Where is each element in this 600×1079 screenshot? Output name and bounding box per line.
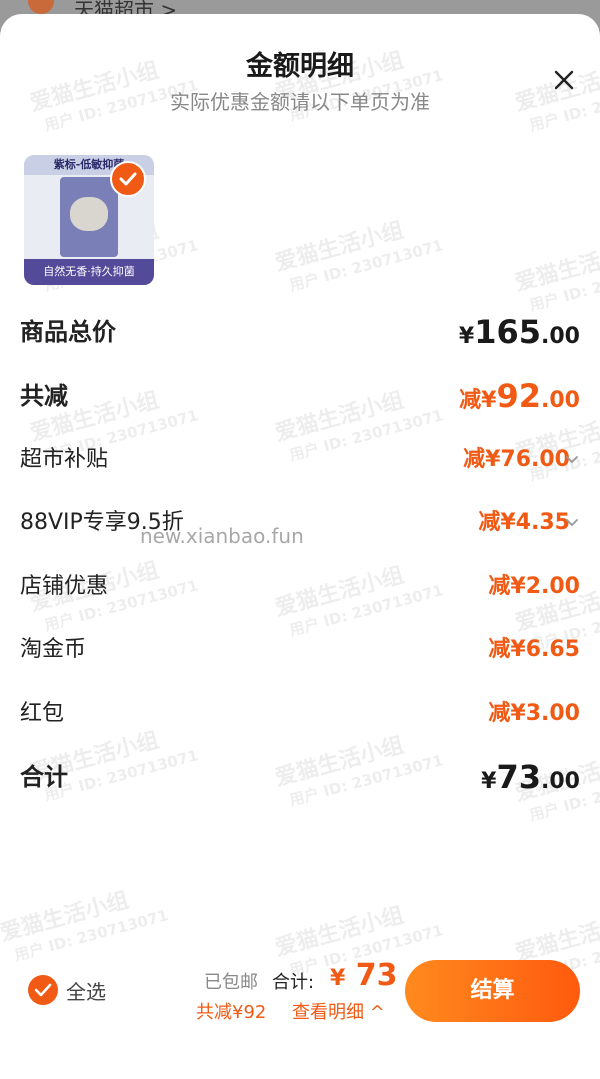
total-label: 合计:: [272, 972, 315, 993]
amount-detail-sheet: 爱猫生活小组 用户 ID: 230713071 爱猫生活小组 用户 ID: 2307…: [0, 14, 600, 1079]
product-thumbnail[interactable]: 紫标-低敏抑菌 自然无香·持久抑菌: [24, 155, 154, 285]
total-discount-label: 共减: [20, 382, 68, 410]
product-selected-check[interactable]: [110, 161, 146, 197]
watermark: 爱猫生活小组用户 ID: 230713071: [512, 238, 600, 315]
shop-icon: [28, 0, 54, 14]
discount-row: 红包 减¥3.00: [0, 694, 600, 734]
discount-amount: 减¥6.65: [488, 637, 580, 662]
goods-total-label: 商品总价: [20, 318, 116, 346]
grand-total-label: 合计: [20, 763, 68, 791]
sheet-subtitle: 实际优惠金额请以下单页为准: [170, 90, 430, 114]
checkmark-icon: [34, 983, 52, 997]
checkout-button[interactable]: 结算: [405, 960, 580, 1022]
close-icon: [554, 70, 574, 90]
select-all-label[interactable]: 全选: [66, 976, 106, 1005]
goods-total-row: 商品总价 ¥165.00: [0, 312, 600, 352]
select-all-checkbox[interactable]: [28, 975, 58, 1005]
product-label-bottom: 自然无香·持久抑菌: [24, 259, 154, 285]
checkmark-icon: [119, 172, 137, 186]
grand-total-value: ¥73.00: [481, 758, 580, 796]
close-button[interactable]: [548, 64, 580, 96]
view-details-link[interactable]: 查看明细 ^: [292, 998, 385, 1024]
shipping-status: 已包邮: [204, 972, 258, 993]
watermark: 爱猫生活小组用户 ID: 230713071: [272, 218, 446, 295]
discount-row[interactable]: 超市补贴 减¥76.00: [0, 440, 600, 480]
discount-amount: 减¥76.00: [463, 447, 570, 472]
goods-total-value: ¥165.00: [458, 313, 580, 351]
chevron-down-icon[interactable]: [564, 452, 580, 468]
discount-amount: 减¥2.00: [488, 574, 580, 599]
discount-label: 店铺优惠: [20, 574, 109, 599]
sheet-title: 金额明细: [246, 51, 354, 82]
checkout-bar: 全选 已包邮 合计: ¥ 73 共减¥92 查看明细 ^ 结算: [0, 944, 600, 1044]
discount-amount: 减¥4.35: [478, 510, 570, 535]
discount-row: 店铺优惠 减¥2.00: [0, 567, 600, 607]
cat-image: [70, 197, 108, 231]
discount-label: 淘金币: [20, 637, 87, 662]
total-value: ¥ 73: [330, 958, 398, 993]
chevron-down-icon[interactable]: [564, 515, 580, 531]
discount-amount: 减¥3.00: [488, 701, 580, 726]
overlay-url-watermark: new.xianbao.fun: [140, 524, 304, 548]
discount-summary: 共减¥92: [196, 1002, 267, 1023]
discount-row: 淘金币 减¥6.65: [0, 630, 600, 670]
discount-label: 超市补贴: [20, 447, 109, 472]
grand-total-row: 合计 ¥73.00: [0, 757, 600, 797]
discount-label: 红包: [20, 701, 65, 726]
total-discount-value: 减¥92.00: [459, 377, 580, 415]
total-discount-row: 共减 减¥92.00: [0, 376, 600, 416]
